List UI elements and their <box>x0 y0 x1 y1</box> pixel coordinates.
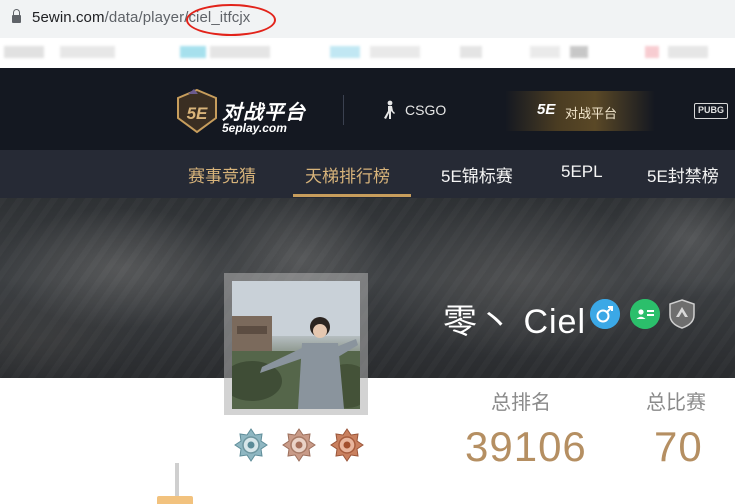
blurred-bookmark <box>60 46 115 58</box>
red-annotation-circle <box>186 4 276 36</box>
avatar[interactable] <box>232 281 360 409</box>
blurred-bookmark <box>460 46 482 58</box>
game-tab-platform[interactable]: 5E 对战平台 <box>505 91 655 131</box>
stat-value-rank: 39106 <box>465 423 587 470</box>
blurred-bookmark <box>570 46 588 58</box>
main-nav: 赛事竞猜 天梯排行榜 5E锦标赛 5EPL 5E封禁榜 <box>0 150 735 198</box>
url-host: 5ewin.com <box>32 9 105 26</box>
nav-active-underline <box>293 194 411 197</box>
blurred-bookmark <box>370 46 420 58</box>
blurred-bookmark <box>210 46 270 58</box>
blurred-bookmark <box>330 46 360 58</box>
nav-item-championship[interactable]: 5E锦标赛 <box>441 162 513 187</box>
logo-badge-text: 5E <box>187 104 208 123</box>
csgo-soldier-icon[interactable] <box>382 100 396 120</box>
nav-item-betting[interactable]: 赛事竞猜 <box>188 162 256 187</box>
shield-rank-icon <box>669 299 695 329</box>
blurred-bookmark <box>645 46 659 58</box>
game-tab-platform-label: 对战平台 <box>565 106 618 121</box>
player-name: 零丶 Ciel <box>443 303 587 341</box>
stat-label-rank: 总排名 <box>491 392 551 414</box>
blurred-bookmark <box>668 46 708 58</box>
5e-logo-badge-icon[interactable]: 5E <box>174 88 220 134</box>
5e-mini-logo-icon: 5E <box>537 101 556 118</box>
header-divider <box>343 95 344 125</box>
nav-item-ladder-ranking[interactable]: 天梯排行榜 <box>305 162 390 187</box>
nav-item-5epl[interactable]: 5EPL <box>561 162 603 182</box>
pubg-icon[interactable]: PUBG <box>694 103 728 119</box>
bookmarks-bar <box>0 38 735 68</box>
site-header: 5E 对战平台 5eplay.com CSGO 5E 对战平台 PUBG <box>0 68 735 150</box>
stat-value-matches: 70 <box>654 423 703 470</box>
id-verified-icon <box>630 299 660 329</box>
silver-medal-icon[interactable] <box>234 428 268 462</box>
blurred-bookmark <box>4 46 44 58</box>
avatar-photo <box>232 281 360 409</box>
address-bar[interactable]: 5ewin.com/data/player/ciel_itfcjx <box>0 0 735 38</box>
bronze-medal-icon[interactable] <box>282 428 316 462</box>
nav-item-ban-list[interactable]: 5E封禁榜 <box>647 162 719 187</box>
slider-handle[interactable] <box>157 496 193 504</box>
game-tab-csgo[interactable]: CSGO <box>405 102 446 118</box>
lock-icon[interactable] <box>12 9 21 24</box>
blurred-bookmark <box>530 46 560 58</box>
copper-medal-icon[interactable] <box>330 428 364 462</box>
stat-label-matches: 总比赛 <box>646 392 706 414</box>
logo-subtitle: 5eplay.com <box>222 121 287 135</box>
blurred-bookmark <box>180 46 206 58</box>
male-gender-icon <box>590 299 620 329</box>
